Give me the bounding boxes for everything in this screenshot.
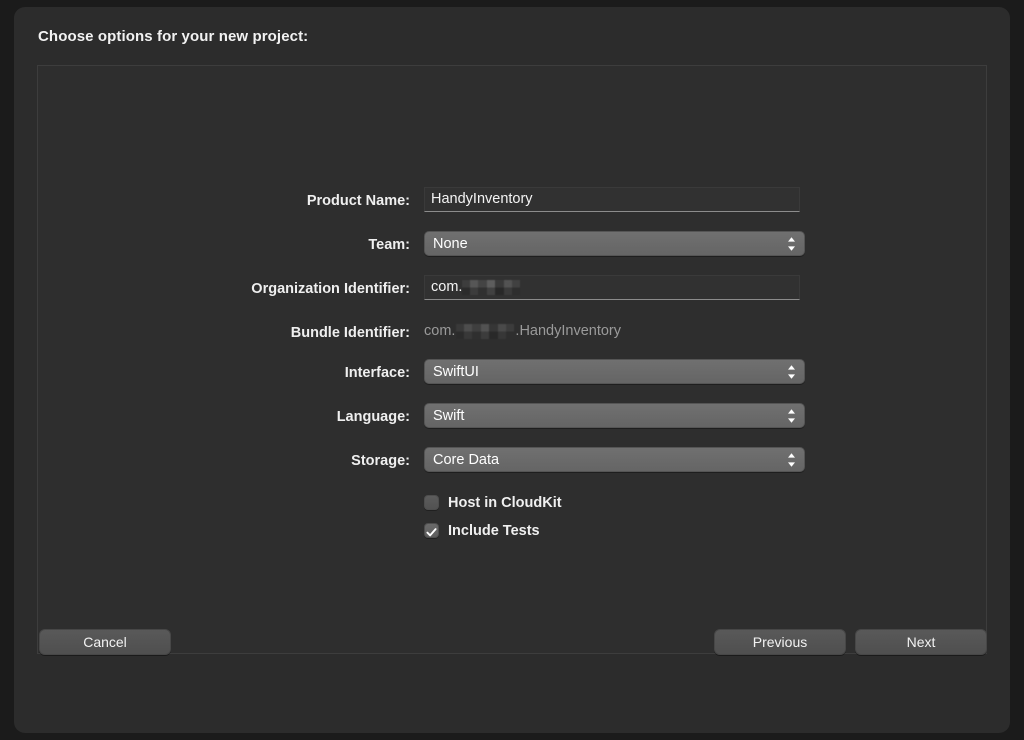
- language-select[interactable]: Swift: [424, 403, 805, 428]
- project-options-form: Product Name: HandyInventory Team: None: [38, 187, 986, 559]
- bundle-identifier-prefix: com.: [424, 319, 455, 344]
- checkbox-row-include-tests[interactable]: Include Tests: [424, 519, 562, 542]
- redacted-organization-name-derived: [456, 324, 514, 339]
- chevron-up-down-icon: [786, 364, 797, 380]
- redacted-organization-name: [462, 280, 520, 295]
- checkmark-icon: [426, 525, 437, 536]
- team-select[interactable]: None: [424, 231, 805, 256]
- new-project-options-window: Choose options for your new project: Pro…: [14, 7, 1010, 733]
- interface-label: Interface:: [38, 359, 410, 387]
- form-row-product-name: Product Name: HandyInventory: [38, 187, 986, 215]
- interface-select-value: SwiftUI: [433, 364, 479, 380]
- interface-select[interactable]: SwiftUI: [424, 359, 805, 384]
- form-row-storage: Storage: Core Data: [38, 447, 986, 475]
- language-control: Swift: [424, 403, 805, 428]
- team-select-value: None: [433, 236, 468, 252]
- bundle-identifier-label: Bundle Identifier:: [38, 319, 410, 347]
- storage-select[interactable]: Core Data: [424, 447, 805, 472]
- page-title: Choose options for your new project:: [38, 28, 308, 45]
- include-tests-label: Include Tests: [448, 523, 540, 539]
- cancel-button[interactable]: Cancel: [39, 629, 171, 655]
- storage-select-value: Core Data: [433, 452, 499, 468]
- interface-control: SwiftUI: [424, 359, 805, 384]
- organization-identifier-control: com.: [424, 275, 800, 300]
- language-select-value: Swift: [433, 408, 464, 424]
- product-name-input[interactable]: HandyInventory: [424, 187, 800, 212]
- bundle-identifier-value: com. .HandyInventory: [424, 319, 621, 344]
- chevron-up-down-icon: [786, 236, 797, 252]
- organization-identifier-value: com.: [431, 276, 462, 299]
- form-row-options: Host in CloudKit Include Tests: [38, 491, 986, 543]
- team-label: Team:: [38, 231, 410, 259]
- product-name-control: HandyInventory: [424, 187, 800, 212]
- product-name-label: Product Name:: [38, 187, 410, 215]
- storage-control: Core Data: [424, 447, 805, 472]
- form-row-language: Language: Swift: [38, 403, 986, 431]
- options-panel: Product Name: HandyInventory Team: None: [37, 65, 987, 654]
- options-checkbox-group: Host in CloudKit Include Tests: [424, 491, 562, 547]
- form-row-interface: Interface: SwiftUI: [38, 359, 986, 387]
- bundle-identifier-suffix: .HandyInventory: [515, 319, 621, 344]
- host-in-cloudkit-label: Host in CloudKit: [448, 495, 562, 511]
- include-tests-checkbox[interactable]: [424, 523, 439, 538]
- form-row-bundle-identifier: Bundle Identifier: com. .HandyInventory: [38, 319, 986, 347]
- form-row-team: Team: None: [38, 231, 986, 259]
- checkbox-row-host-in-cloudkit[interactable]: Host in CloudKit: [424, 491, 562, 514]
- next-button[interactable]: Next: [855, 629, 987, 655]
- form-row-organization-identifier: Organization Identifier: com.: [38, 275, 986, 303]
- language-label: Language:: [38, 403, 410, 431]
- bundle-identifier-control: com. .HandyInventory: [424, 319, 621, 344]
- storage-label: Storage:: [38, 447, 410, 475]
- chevron-up-down-icon: [786, 408, 797, 424]
- host-in-cloudkit-checkbox[interactable]: [424, 495, 439, 510]
- previous-button[interactable]: Previous: [714, 629, 846, 655]
- organization-identifier-input[interactable]: com.: [424, 275, 800, 300]
- team-control: None: [424, 231, 805, 256]
- chevron-up-down-icon: [786, 452, 797, 468]
- organization-identifier-label: Organization Identifier:: [38, 275, 410, 303]
